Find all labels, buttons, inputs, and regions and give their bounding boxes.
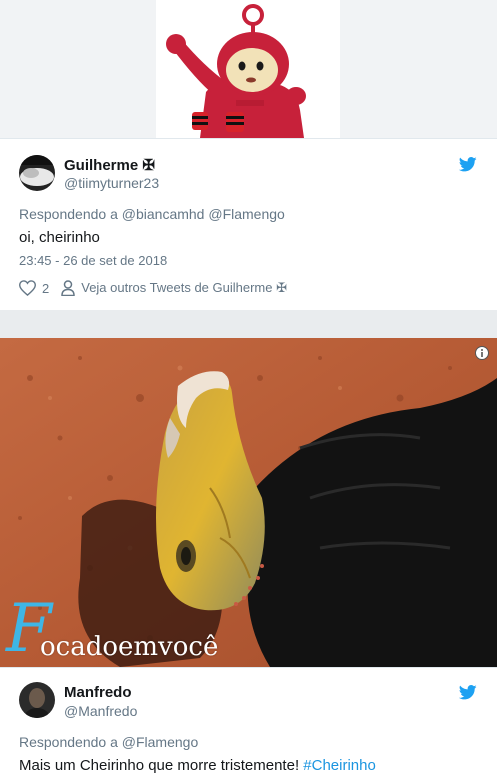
avatar[interactable] [19, 682, 55, 718]
person-icon [61, 280, 75, 296]
avatar[interactable] [19, 155, 55, 191]
reply-mentions[interactable]: @biancamhd @Flamengo [122, 206, 285, 222]
author-name[interactable]: Manfredo [64, 684, 132, 701]
author-name[interactable]: Guilherme ✠ [64, 156, 155, 174]
hashtag-link[interactable]: #Cheirinho [303, 757, 376, 774]
top-media-area [0, 0, 497, 138]
tweet-text-main: Mais um Cheirinho que morre tristemente! [19, 757, 304, 774]
reply-prefix: Respondendo a [19, 734, 122, 750]
avatar-image [19, 155, 55, 191]
tweet-text: Mais um Cheirinho que morre tristemente!… [19, 757, 376, 774]
author-handle[interactable]: @Manfredo [64, 703, 137, 719]
tweet-card-manfredo[interactable]: Manfredo @Manfredo Respondendo a @Flamen… [0, 667, 497, 778]
reply-context: Respondendo a @Flamengo [19, 734, 198, 750]
teletubby-illustration [166, 4, 306, 138]
heart-icon[interactable] [19, 280, 36, 296]
tweet-separator [0, 310, 497, 338]
reply-prefix: Respondendo a [19, 206, 122, 222]
info-icon[interactable] [475, 346, 489, 360]
watermark-text: ocadoemvocê [40, 632, 219, 662]
more-tweets-link[interactable]: Veja outros Tweets de Guilherme ✠ [81, 280, 287, 296]
vulture-photo[interactable]: F ocadoemvocê [0, 338, 497, 667]
avatar-image [19, 682, 55, 718]
tweet-card-guilherme[interactable]: Guilherme ✠ @tiimyturner23 Respondendo a… [0, 138, 497, 311]
twitter-bird-icon[interactable] [459, 685, 477, 700]
photo-illustration [0, 338, 497, 667]
twitter-bird-icon[interactable] [459, 157, 477, 172]
tweet-timestamp[interactable]: 23:45 - 26 de set de 2018 [19, 253, 167, 268]
teletubby-image[interactable] [156, 0, 340, 138]
tweet-text: oi, cheirinho [19, 229, 100, 246]
reply-mentions[interactable]: @Flamengo [122, 734, 198, 750]
like-count[interactable]: 2 [42, 281, 49, 296]
reply-context: Respondendo a @biancamhd @Flamengo [19, 206, 285, 222]
author-handle[interactable]: @tiimyturner23 [64, 175, 159, 191]
tweet-actions: 2 Veja outros Tweets de Guilherme ✠ [19, 278, 287, 298]
